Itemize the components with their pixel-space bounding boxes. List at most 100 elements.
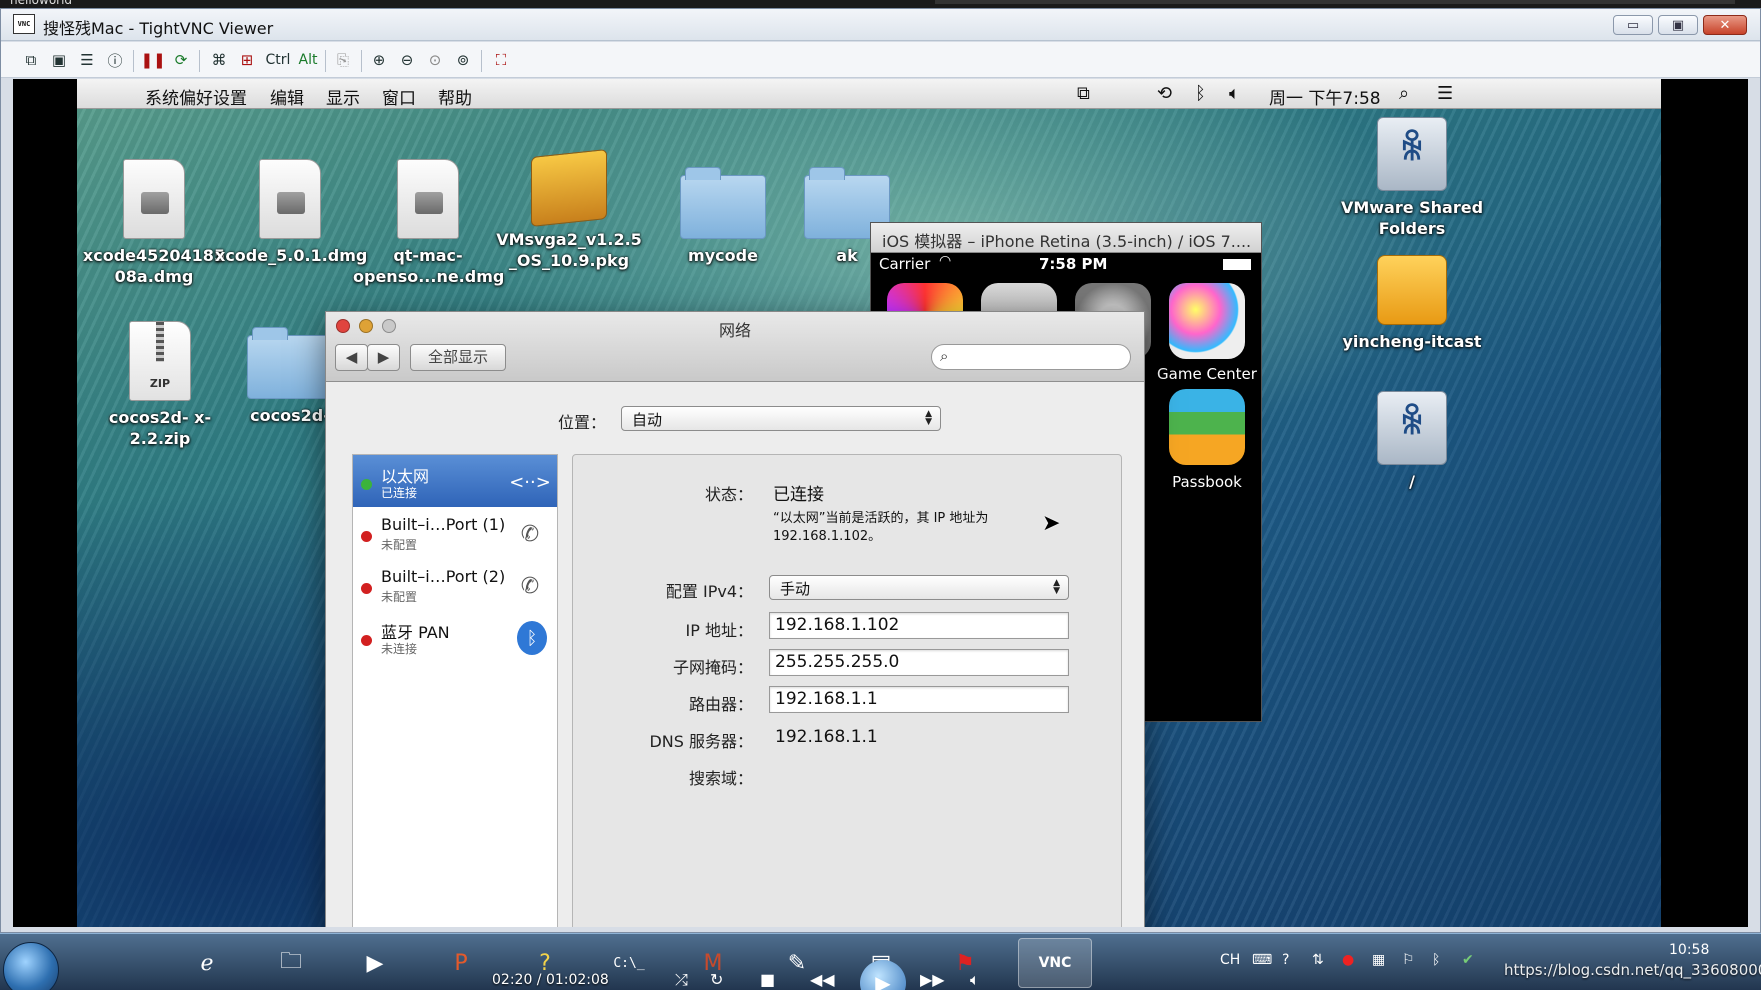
repeat-icon[interactable]: ↻: [710, 970, 723, 989]
mac-menubar: 系统偏好设置 编辑 显示 窗口 帮助 ⧉ ⟲ ᛒ 🔈︎ 周一 下午7:58 ⌕ …: [77, 79, 1661, 109]
shuffle-icon[interactable]: ⤮: [675, 970, 688, 990]
system-clock[interactable]: 10:58: [1669, 942, 1709, 958]
desktop-icon-xcode-501-dmg[interactable]: xcode_5.0.1.dmg: [215, 159, 367, 266]
ios-simulator-title[interactable]: iOS 模拟器 – iPhone Retina (3.5-inch) / iOS…: [871, 223, 1261, 253]
router-field[interactable]: 192.168.1.1: [769, 686, 1069, 713]
new-connection-icon[interactable]: ⧉: [19, 48, 43, 72]
desktop-icon-cocos2d-zip[interactable]: ZIP cocos2d- x-2.2.zip: [85, 321, 235, 449]
record-icon[interactable]: ●: [1342, 952, 1354, 968]
show-all-button[interactable]: 全部显示: [410, 344, 506, 371]
options-icon[interactable]: ☰: [75, 48, 99, 72]
fast-forward-icon[interactable]: ▶▶: [920, 970, 945, 989]
film-icon[interactable]: ▦: [1372, 952, 1385, 968]
vnc-titlebar[interactable]: VNC 搜怪残Mac - TightVNC Viewer ▭ ▣ ✕: [1, 9, 1760, 41]
desktop-icon-label: /: [1409, 472, 1415, 491]
media-player-taskbar-icon[interactable]: ▶: [338, 938, 412, 988]
location-value: 自动: [632, 411, 663, 429]
security-icon[interactable]: ✔: [1462, 952, 1474, 968]
menu-help[interactable]: 帮助: [438, 84, 472, 109]
flag-icon[interactable]: ⚐: [1402, 952, 1415, 968]
keyboard-icon[interactable]: ⌨: [1252, 952, 1272, 968]
desktop-icon-yincheng-drive[interactable]: yincheng-itcast: [1337, 255, 1487, 352]
ip-address-field[interactable]: 192.168.1.102: [769, 612, 1069, 639]
desktop-icon-label: VMware Shared Folders: [1340, 198, 1484, 238]
notification-center-icon[interactable]: ☰: [1437, 83, 1453, 104]
mac-desktop[interactable]: 系统偏好设置 编辑 显示 窗口 帮助 ⧉ ⟲ ᛒ 🔈︎ 周一 下午7:58 ⌕ …: [77, 79, 1661, 927]
location-popup[interactable]: 自动 ▲ ▼: [621, 406, 941, 431]
bluetooth-icon[interactable]: ᛒ: [1195, 83, 1206, 104]
minimize-button[interactable]: ▭: [1613, 15, 1653, 35]
toolbar-separator: [199, 50, 200, 72]
menu-system-preferences[interactable]: 系统偏好设置: [145, 84, 247, 109]
spotlight-icon[interactable]: ⌕: [1399, 83, 1409, 104]
forward-button[interactable]: ▶: [367, 344, 400, 371]
play-button[interactable]: ▶: [860, 960, 906, 990]
maximize-button[interactable]: ▣: [1658, 15, 1698, 35]
volume-icon[interactable]: 🔈︎: [970, 970, 980, 990]
refresh-icon[interactable]: ⟳: [169, 48, 193, 72]
configure-ipv4-popup[interactable]: 手动 ▲ ▼: [769, 575, 1069, 600]
passbook-app-icon[interactable]: [1169, 389, 1245, 465]
bluetooth-tray-icon[interactable]: ᛒ: [1432, 952, 1440, 968]
network-titlebar[interactable]: 网络 ◀ ▶ 全部显示 ⌕: [326, 312, 1144, 382]
game-center-app-icon[interactable]: [1169, 283, 1245, 359]
search-input[interactable]: [962, 348, 1122, 366]
menubar-clock[interactable]: 周一 下午7:58: [1269, 84, 1381, 109]
menu-window[interactable]: 窗口: [382, 84, 416, 109]
volume-icon[interactable]: 🔈︎: [1229, 83, 1240, 104]
status-dot-green: [361, 479, 372, 490]
network-share-icon: ꆜ: [1377, 117, 1447, 191]
back-button[interactable]: ◀: [335, 344, 368, 371]
ctrl-esc-icon[interactable]: ⊞: [235, 48, 259, 72]
close-button[interactable]: ✕: [1703, 15, 1747, 35]
time-machine-icon[interactable]: ⟲: [1157, 83, 1172, 104]
service-item-bluetooth-pan[interactable]: 蓝牙 PAN 未连接 ᛒ: [353, 611, 557, 663]
desktop-icon-qt-dmg[interactable]: qt-mac- openso...ne.dmg: [353, 159, 505, 287]
desktop-icon-vmware-shared-folders[interactable]: ꆜ VMware Shared Folders: [1337, 117, 1487, 239]
rewind-icon[interactable]: ◀◀: [810, 970, 835, 989]
search-field[interactable]: ⌕: [931, 344, 1131, 370]
help-icon[interactable]: ?: [1282, 952, 1289, 968]
service-item-port1[interactable]: Built–i…Port (1) 未配置 ✆: [353, 507, 557, 559]
stop-icon[interactable]: ■: [760, 970, 775, 989]
start-button[interactable]: [3, 942, 59, 990]
info-icon[interactable]: ⓘ: [103, 48, 127, 72]
package-icon: [531, 149, 607, 227]
folder-icon: [247, 327, 333, 399]
dns-server-label: DNS 服务器：: [649, 732, 753, 751]
alt-toggle-button[interactable]: Alt: [291, 48, 325, 72]
pause-icon[interactable]: ❚❚: [140, 48, 165, 72]
service-item-port2[interactable]: Built–i…Port (2) 未配置 ✆: [353, 559, 557, 611]
zoom-in-icon[interactable]: ⊕: [367, 48, 391, 72]
search-icon: ⌕: [940, 347, 949, 365]
save-icon[interactable]: ▣: [47, 48, 71, 72]
service-item-ethernet[interactable]: 以太网 已连接 <··>: [353, 455, 557, 507]
fullscreen-icon[interactable]: ⛶: [489, 48, 513, 72]
menu-view[interactable]: 显示: [326, 84, 360, 109]
vnc-viewer-window: VNC 搜怪残Mac - TightVNC Viewer ▭ ▣ ✕ ⧉ ▣ ☰…: [0, 8, 1761, 933]
desktop-icon-vmsvga-pkg[interactable]: VMsvga2_v1.2.5 _OS_10.9.pkg: [494, 149, 644, 271]
clipboard-icon[interactable]: ⎘: [331, 48, 355, 72]
zoom-out-icon[interactable]: ⊖: [395, 48, 419, 72]
folder-icon: [680, 167, 766, 239]
language-indicator[interactable]: CH: [1220, 952, 1240, 968]
network-icon[interactable]: ⇅: [1312, 952, 1324, 968]
vnc-toolbar: ⧉ ▣ ☰ ⓘ ❚❚ ⟳ ⌘ ⊞ Ctrl Alt ⎘ ⊕ ⊖ ⊙ ⊚ ⛶: [1, 42, 1760, 78]
explorer-taskbar-icon[interactable]: 🗀: [254, 938, 328, 988]
ie-taskbar-icon[interactable]: ℯ: [170, 938, 244, 988]
display-mirroring-icon[interactable]: ⧉: [1077, 83, 1090, 104]
desktop-icon-label: qt-mac- openso...ne.dmg: [353, 246, 505, 286]
configure-ipv4-label: 配置 IPv4：: [665, 582, 753, 601]
wifi-icon: ◠: [939, 253, 952, 269]
menu-edit[interactable]: 编辑: [270, 84, 304, 109]
zoom-100-icon[interactable]: ⊙: [423, 48, 447, 72]
zoom-fit-icon[interactable]: ⊚: [451, 48, 475, 72]
ctrl-alt-del-icon[interactable]: ⌘: [207, 48, 231, 72]
desktop-icon-root-share[interactable]: ꆜ /: [1337, 391, 1487, 492]
remote-desktop-view[interactable]: 系统偏好设置 编辑 显示 窗口 帮助 ⧉ ⟲ ᛒ 🔈︎ 周一 下午7:58 ⌕ …: [13, 79, 1748, 927]
subnet-mask-field[interactable]: 255.255.255.0: [769, 649, 1069, 676]
dns-server-value[interactable]: 192.168.1.1: [775, 727, 878, 747]
ctrl-toggle-button[interactable]: Ctrl: [261, 48, 295, 72]
desktop-icon-xcode-dmg[interactable]: xcode45204185 08a.dmg: [79, 159, 229, 287]
top-strip-label: helloworld: [10, 0, 73, 7]
